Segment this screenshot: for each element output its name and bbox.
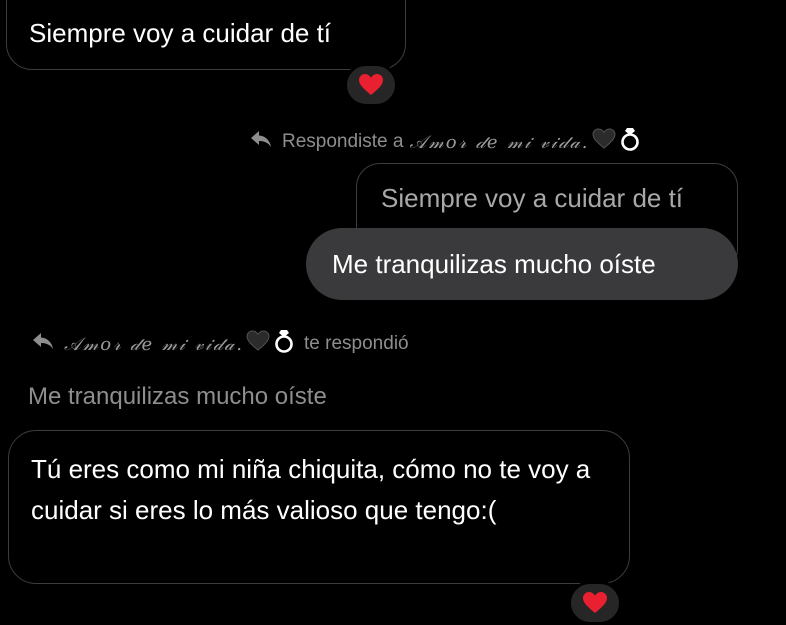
reply-context-outgoing: Respondiste a 𝒜𝓂𝑜𝓇 𝒹𝑒 𝓂𝒾 𝓋𝒾𝒹𝒶. xyxy=(250,126,642,158)
quoted-text: Siempre voy a cuidar de tí xyxy=(381,183,684,213)
heart-icon xyxy=(358,73,384,97)
message-text: Tú eres como mi niña chiquita, cómo no t… xyxy=(31,454,591,525)
message-bubble-incoming-1[interactable]: Siempre voy a cuidar de tí xyxy=(6,0,406,70)
reply-context-incoming: 𝒜𝓂𝑜𝓇 𝒹𝑒 𝓂𝒾 𝓋𝒾𝒹𝒶. te respondió xyxy=(32,328,409,360)
quoted-message-incoming[interactable]: Me tranquilizas mucho oíste xyxy=(28,383,327,411)
heart-icon xyxy=(582,591,608,615)
black-heart-icon xyxy=(246,330,270,358)
reply-arrow-icon xyxy=(250,130,272,154)
quoted-text: Me tranquilizas mucho oíste xyxy=(28,383,327,410)
message-bubble-incoming-2[interactable]: Tú eres como mi niña chiquita, cómo no t… xyxy=(8,430,630,584)
reaction-badge[interactable] xyxy=(344,63,398,107)
reaction-badge[interactable] xyxy=(568,581,622,625)
black-heart-icon xyxy=(592,128,616,156)
message-text: Me tranquilizas mucho oíste xyxy=(332,249,656,279)
reply-prefix: Respondiste a xyxy=(282,131,404,152)
ring-icon xyxy=(272,328,296,360)
reply-suffix: te respondió xyxy=(304,333,409,354)
contact-name: 𝒜𝓂𝑜𝓇 𝒹𝑒 𝓂𝒾 𝓋𝒾𝒹𝒶. xyxy=(409,131,590,153)
message-text: Siempre voy a cuidar de tí xyxy=(29,18,332,48)
reply-arrow-icon xyxy=(32,332,54,356)
contact-name: 𝒜𝓂𝑜𝓇 𝒹𝑒 𝓂𝒾 𝓋𝒾𝒹𝒶. xyxy=(64,333,245,355)
message-bubble-outgoing[interactable]: Me tranquilizas mucho oíste xyxy=(306,228,738,300)
ring-icon xyxy=(618,126,642,158)
